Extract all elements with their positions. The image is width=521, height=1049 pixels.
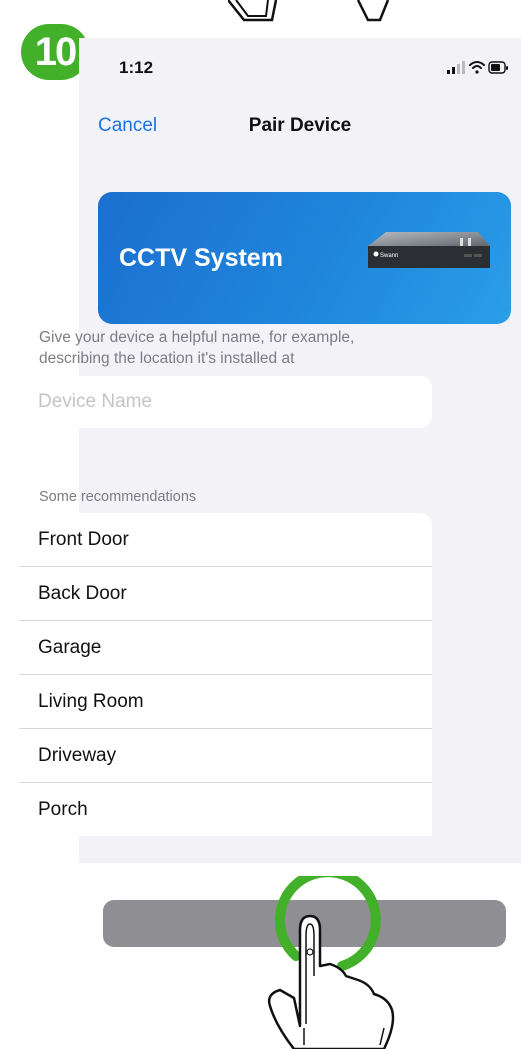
recommendation-back-door[interactable]: Back Door: [19, 567, 432, 621]
battery-icon: [488, 61, 508, 74]
device-name-input[interactable]: [19, 376, 432, 428]
nvr-device-image: Swann: [368, 232, 490, 268]
wifi-icon: [469, 61, 485, 74]
status-time: 1:12: [119, 58, 154, 77]
tap-finger-icon: [267, 876, 395, 1049]
banner-title: CCTV System: [119, 244, 283, 272]
recommendation-living-room[interactable]: Living Room: [19, 675, 432, 729]
device-name-field[interactable]: [19, 376, 432, 428]
finger-outline-icon: [228, 0, 390, 22]
status-icons: [447, 61, 508, 74]
recommendation-garage[interactable]: Garage: [19, 621, 432, 675]
recommendation-front-door[interactable]: Front Door: [19, 513, 432, 567]
device-name-hint: Give your device a helpful name, for exa…: [39, 329, 355, 367]
device-banner: CCTV System Swann: [98, 192, 511, 324]
signal-icon: [447, 61, 465, 74]
device-brand-label: Swann: [380, 253, 398, 259]
recommendation-porch[interactable]: Porch: [19, 783, 432, 836]
recommendations-list: Front Door Back Door Garage Living Room …: [19, 513, 432, 836]
recommendations-header: Some recommendations: [39, 489, 197, 505]
page-title: Pair Device: [248, 115, 352, 136]
recommendation-driveway[interactable]: Driveway: [19, 729, 432, 783]
